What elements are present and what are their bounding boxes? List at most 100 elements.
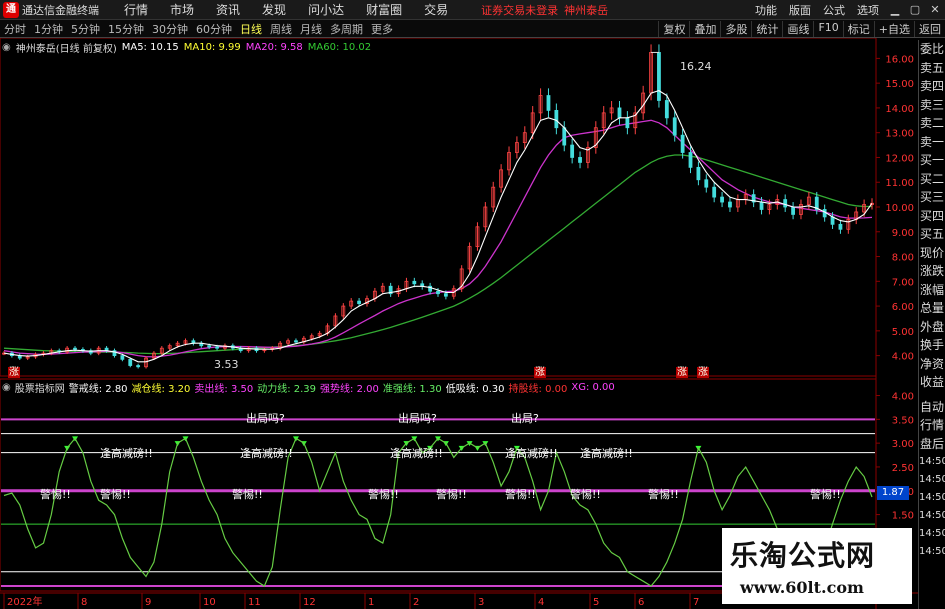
tool-overlay[interactable]: 叠加: [689, 20, 720, 37]
menu-ask[interactable]: 问小达: [308, 1, 344, 18]
indicator-current-value: 1.87: [877, 486, 909, 500]
tool-back[interactable]: 返回: [914, 20, 945, 37]
period-daily[interactable]: 日线: [236, 21, 266, 37]
hold-label: 警惕!!: [648, 488, 679, 501]
period-60min[interactable]: 60分钟: [192, 21, 236, 37]
tool-add-watchlist[interactable]: +自选: [873, 20, 914, 37]
indicator-settings-icon[interactable]: ◉: [2, 382, 11, 393]
sidebar-auto[interactable]: 自动: [919, 398, 945, 417]
x-tick-label: 2: [413, 597, 419, 608]
ma-legend: ◉ 神州泰岳(日线 前复权) MA5: 10.15 MA10: 9.99 MA2…: [2, 40, 376, 55]
hold-label: 警惕!!: [232, 488, 263, 501]
tool-multi-stock[interactable]: 多股: [720, 20, 751, 37]
sidebar-quote-item[interactable]: 涨幅: [919, 281, 945, 300]
login-status[interactable]: 证券交易未登录: [481, 2, 558, 18]
watermark-url: www.60lt.com: [740, 578, 864, 597]
high-price-label: 16.24: [680, 60, 712, 73]
price-tick-label: 13.00: [885, 129, 914, 140]
period-15min[interactable]: 15分钟: [104, 21, 148, 37]
candle-body: [215, 346, 219, 349]
sidebar-quote-item[interactable]: 买四: [919, 207, 945, 226]
sidebar-quote-item[interactable]: 卖五: [919, 59, 945, 78]
sidebar-quote-item[interactable]: 涨跌: [919, 262, 945, 281]
menu-news[interactable]: 资讯: [216, 1, 240, 18]
hold-label: 警惕!!: [810, 488, 841, 501]
period-30min[interactable]: 30分钟: [148, 21, 192, 37]
tool-f10[interactable]: F10: [813, 20, 842, 37]
low-price-label: 3.53: [214, 358, 239, 371]
x-tick-label: 9: [145, 597, 151, 608]
menu-formula[interactable]: 公式: [823, 2, 845, 18]
candle-body: [712, 186, 717, 198]
sidebar-quotes[interactable]: 行情: [919, 416, 945, 435]
date-axis: 2022年 8 9 10 11 12 1 2 3 4 5 6 7: [3, 593, 699, 609]
candle-body: [759, 201, 764, 210]
candle-body: [625, 117, 630, 129]
candle-body: [554, 110, 559, 129]
hold-label: 警惕!!: [368, 488, 399, 501]
candle-body: [562, 127, 567, 146]
menu-market-quotes[interactable]: 行情: [124, 1, 148, 18]
hold-label: 警惕!!: [505, 488, 536, 501]
period-more[interactable]: 更多: [367, 21, 397, 37]
price-line: [2, 44, 874, 369]
sidebar-quote-item[interactable]: 买二: [919, 170, 945, 189]
sidebar-quote-item[interactable]: 收益: [919, 373, 945, 392]
menubar: 通 通达信金融终端 行情 市场 资讯 发现 问小达 财富圈 交易 证券交易未登录…: [0, 0, 945, 20]
close-icon[interactable]: ✕: [925, 3, 945, 16]
ind-sell-label: 卖出线: 3.50: [194, 383, 254, 395]
sidebar-quote-item[interactable]: 卖一: [919, 133, 945, 152]
sidebar-quote-item[interactable]: 买一: [919, 151, 945, 170]
sidebar-quote-item[interactable]: 卖四: [919, 77, 945, 96]
x-tick-label: 6: [638, 597, 644, 608]
caution-label: 逢高减磅!!: [390, 447, 443, 460]
tool-mark[interactable]: 标记: [842, 20, 874, 37]
x-tick-label: 5: [593, 597, 599, 608]
period-multi[interactable]: 多周期: [326, 21, 367, 37]
tool-adjust[interactable]: 复权: [658, 20, 689, 37]
sidebar-quote-item[interactable]: 买三: [919, 188, 945, 207]
price-tick-label: 4.00: [892, 352, 914, 363]
period-weekly[interactable]: 周线: [266, 21, 296, 37]
sidebar-quote-item[interactable]: 净资: [919, 355, 945, 374]
sidebar-quote-item[interactable]: 现价: [919, 244, 945, 263]
sidebar-quote-item[interactable]: 卖二: [919, 114, 945, 133]
sidebar-quote-item[interactable]: 买五: [919, 225, 945, 244]
price-tick-label: 10.00: [885, 203, 914, 214]
chart-settings-icon[interactable]: ◉: [2, 42, 11, 53]
menu-discover[interactable]: 发现: [262, 1, 286, 18]
caution-label: 逢高减磅!!: [580, 447, 633, 460]
menu-trade[interactable]: 交易: [424, 1, 448, 18]
sidebar-after-hours[interactable]: 盘后: [919, 435, 945, 454]
tool-stats[interactable]: 统计: [751, 20, 782, 37]
ind-low-label: 低吸线: 0.30: [445, 383, 505, 395]
menu-functions[interactable]: 功能: [755, 2, 777, 18]
kline-chart[interactable]: 16.0015.0014.0013.0012.0011.0010.009.008…: [0, 38, 918, 609]
menu-market[interactable]: 市场: [170, 1, 194, 18]
price-panel-frame: [0, 38, 877, 377]
period-intraday[interactable]: 分时: [0, 21, 30, 37]
minimize-icon[interactable]: ▁: [885, 3, 905, 16]
candle-body: [412, 280, 417, 285]
ma60-label: MA60: 10.02: [307, 41, 372, 53]
sidebar-quote-item[interactable]: 换手: [919, 336, 945, 355]
candle-body: [570, 144, 575, 158]
trade-time: 14:50: [919, 456, 945, 467]
sidebar-quote-item[interactable]: 卖三: [919, 96, 945, 115]
ind-tick-label: 4.00: [892, 392, 914, 403]
sidebar-quote-item[interactable]: 总量: [919, 299, 945, 318]
signal-badge: 涨: [8, 367, 20, 378]
sidebar-quote-item[interactable]: 委比: [919, 40, 945, 59]
app-logo-icon: 通: [3, 1, 19, 18]
sidebar-quote-item[interactable]: 外盘: [919, 318, 945, 337]
price-tick-label: 7.00: [892, 277, 914, 288]
menu-wealth[interactable]: 财富圈: [366, 1, 402, 18]
maximize-icon[interactable]: ▢: [905, 3, 925, 16]
period-5min[interactable]: 5分钟: [67, 21, 104, 37]
period-monthly[interactable]: 月线: [296, 21, 326, 37]
menu-options[interactable]: 选项: [857, 2, 879, 18]
period-1min[interactable]: 1分钟: [30, 21, 67, 37]
tool-draw[interactable]: 画线: [782, 20, 813, 37]
menu-layout[interactable]: 版面: [789, 2, 811, 18]
ind-hold-label: 持股线: 0.00: [508, 383, 568, 395]
